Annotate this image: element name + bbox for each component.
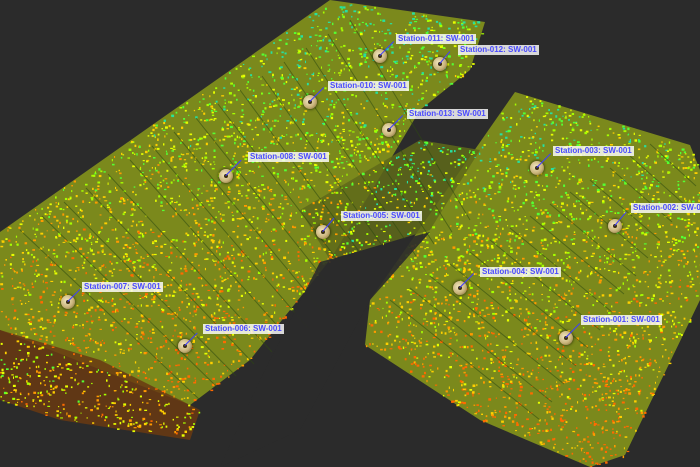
scanner-station-icon bbox=[316, 225, 330, 239]
station-label: Station-010: SW-001 bbox=[328, 81, 409, 91]
station-label: Station-003: SW-001 bbox=[553, 146, 634, 156]
station-label: Station-012: SW-001 bbox=[458, 45, 539, 55]
station-label: Station-008: SW-001 bbox=[248, 152, 329, 162]
scanner-station-icon bbox=[433, 57, 447, 71]
station-label: Station-011: SW-001 bbox=[396, 34, 477, 44]
point-cloud-viewport[interactable]: Station-011: SW-001 Station-012: SW-001 … bbox=[0, 0, 700, 467]
station-label: Station-013: SW-001 bbox=[407, 109, 488, 119]
station-label: Station-004: SW-001 bbox=[480, 267, 561, 277]
scanner-station-icon bbox=[608, 219, 622, 233]
station-label: Station-007: SW-001 bbox=[82, 282, 163, 292]
station-label: Station-005: SW-001 bbox=[341, 211, 422, 221]
station-label: Station-006: SW-001 bbox=[203, 324, 284, 334]
point-cloud-scan[interactable] bbox=[0, 0, 700, 467]
station-label: Station-002: SW-0 bbox=[631, 203, 700, 213]
station-label: Station-001: SW-001 bbox=[581, 315, 662, 325]
